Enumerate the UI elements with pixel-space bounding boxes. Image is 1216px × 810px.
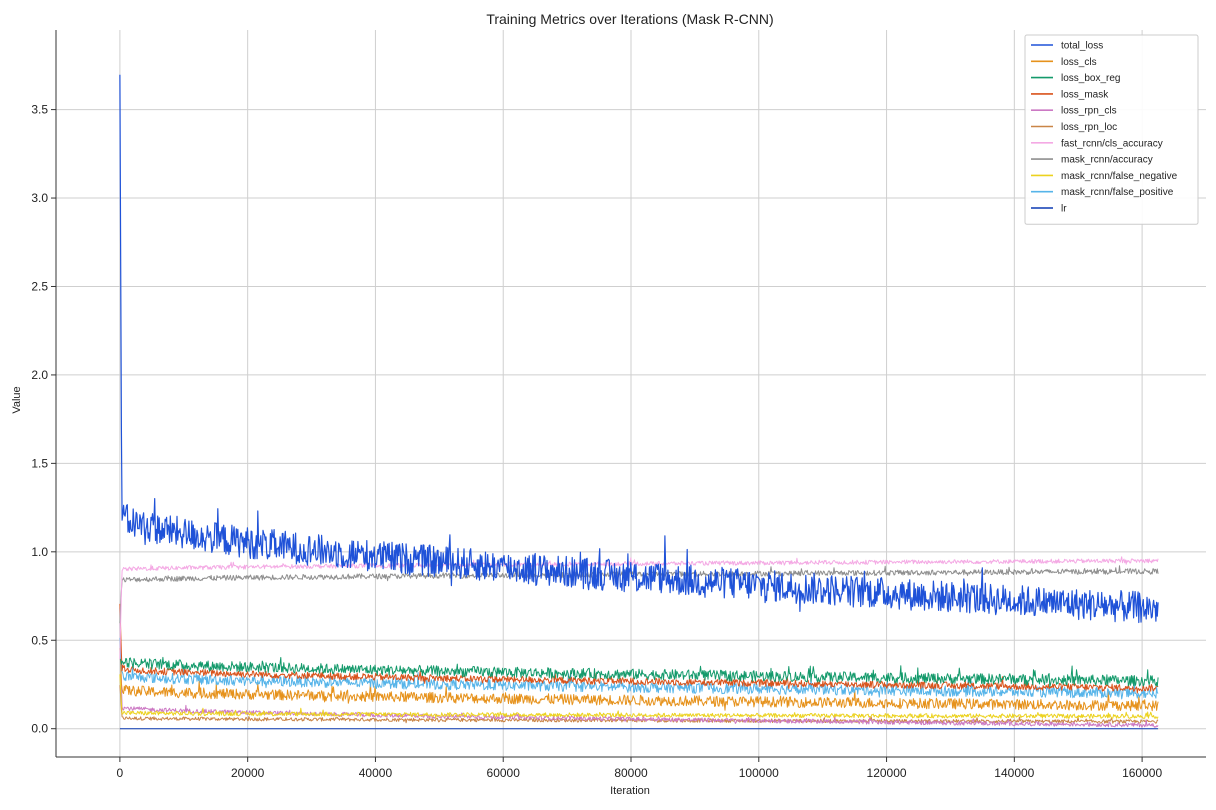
x-tick-label: 40000 (359, 766, 393, 780)
legend-label: loss_rpn_cls (1061, 106, 1117, 117)
y-axis-label: Value (11, 386, 23, 413)
legend-label: loss_box_reg (1061, 73, 1120, 84)
y-tick-label: 0.0 (31, 722, 48, 736)
x-tick-label: 0 (117, 766, 124, 780)
legend-label: fast_rcnn/cls_accuracy (1061, 138, 1163, 149)
legend: total_loss loss_cls loss_box_reg loss_maskl… (1024, 34, 1199, 225)
y-ticks: 0.0 0.5 1.0 1.5 2.0 2.5 3.0 3.5 (31, 103, 56, 736)
x-tick-label: 20000 (231, 766, 265, 780)
x-axis-label: Iteration (610, 785, 650, 797)
y-tick-label: 2.0 (31, 368, 48, 382)
legend-label: loss_rpn_loc (1061, 122, 1117, 133)
legend-label: loss_mask (1061, 89, 1109, 100)
legend-label: loss_cls (1061, 57, 1097, 68)
chart: Training Metrics over Iterations (Mask R… (11, 11, 1206, 797)
legend-label: lr (1061, 204, 1067, 215)
y-tick-label: 2.5 (31, 279, 48, 293)
x-tick-label: 60000 (487, 766, 521, 780)
legend-label: total_loss (1061, 41, 1103, 52)
series-line-loss-mask (119, 603, 1159, 694)
x-ticks: 0 20000 40000 60000 80000 100000 120000 140000 1… (117, 757, 1162, 780)
series-layer (119, 74, 1159, 730)
y-tick-label: 3.0 (31, 191, 48, 205)
y-tick-label: 1.0 (31, 545, 48, 559)
chart-title: Training Metrics over Iterations (Mask R… (486, 11, 773, 27)
legend-label: mask_rcnn/accuracy (1061, 155, 1153, 166)
y-tick-label: 3.5 (31, 103, 48, 117)
x-tick-label: 100000 (739, 766, 779, 780)
series-line-total-loss (119, 74, 1159, 624)
x-tick-label: 80000 (614, 766, 648, 780)
x-tick-label: 120000 (867, 766, 907, 780)
legend-label: mask_rcnn/false_negative (1061, 171, 1178, 182)
x-tick-label: 160000 (1122, 766, 1162, 780)
y-tick-label: 0.5 (31, 633, 48, 647)
legend-label: mask_rcnn/false_positive (1061, 187, 1174, 198)
y-tick-label: 1.5 (31, 456, 48, 470)
x-tick-label: 140000 (994, 766, 1034, 780)
